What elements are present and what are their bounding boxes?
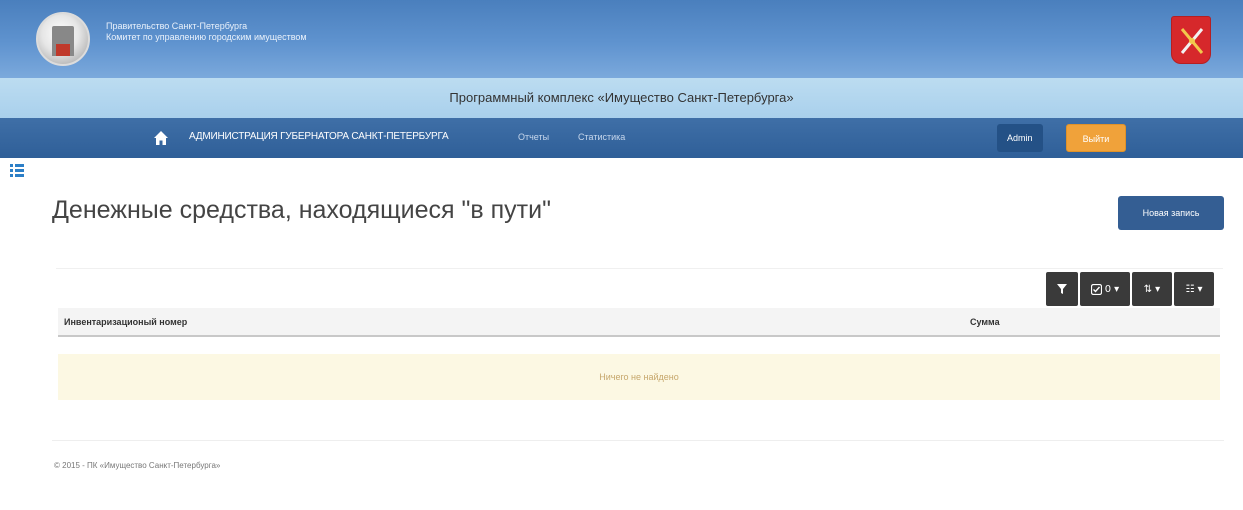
- nav-brand-link[interactable]: АДМИНИСТРАЦИЯ ГУБЕРНАТОРА САНКТ-ПЕТЕРБУР…: [189, 131, 449, 142]
- sidebar-toggle-list-icon[interactable]: [10, 164, 24, 178]
- organization-line-2: Комитет по управлению городским имуществ…: [106, 32, 307, 42]
- coat-of-arms-icon: [1171, 16, 1211, 64]
- divider: [56, 268, 1223, 269]
- organization-line-1: Правительство Санкт-Петербурга: [106, 21, 248, 31]
- home-icon[interactable]: [153, 130, 169, 146]
- nav-link-statistics[interactable]: Статистика: [578, 132, 625, 142]
- columns-button[interactable]: ☷ ▾: [1174, 272, 1214, 306]
- main-navbar: АДМИНИСТРАЦИЯ ГУБЕРНАТОРА САНКТ-ПЕТЕРБУР…: [0, 118, 1243, 158]
- logout-button[interactable]: Выйти: [1066, 124, 1126, 152]
- table-header: Инвентаризационый номер Сумма: [58, 308, 1220, 337]
- divider: [52, 440, 1224, 441]
- app-title: Программный комплекс «Имущество Санкт-Пе…: [449, 90, 794, 105]
- columns-icon: ☷: [1185, 283, 1195, 295]
- chevron-down-icon: ▾: [1155, 283, 1161, 295]
- chevron-down-icon: ▾: [1114, 283, 1120, 295]
- page-title: Денежные средства, находящиеся "в пути": [52, 196, 551, 224]
- check-icon: [1090, 283, 1102, 295]
- column-header-sum[interactable]: Сумма: [970, 317, 1000, 327]
- organization-name: Правительство Санкт-Петербурга Комитет п…: [106, 21, 307, 43]
- table-toolbar: 0 ▾ ⇅ ▾ ☷ ▾: [1046, 272, 1214, 306]
- filter-button[interactable]: [1046, 272, 1078, 306]
- emblem-logo-icon: [36, 12, 90, 66]
- page: Правительство Санкт-Петербурга Комитет п…: [0, 0, 1243, 510]
- user-menu[interactable]: Admin: [997, 124, 1043, 152]
- column-header-inventory-number[interactable]: Инвентаризационый номер: [64, 317, 187, 327]
- empty-table-message: Ничего не найдено: [58, 354, 1220, 400]
- chevron-down-icon: ▾: [1197, 283, 1203, 295]
- filter-icon: [1057, 284, 1067, 294]
- new-record-button[interactable]: Новая запись: [1118, 196, 1224, 230]
- footer-text: © 2015 - ПК «Имущество Санкт-Петербурга»: [54, 461, 221, 470]
- sort-icon: ⇅: [1143, 283, 1153, 295]
- selected-count: 0: [1104, 283, 1112, 295]
- sort-button[interactable]: ⇅ ▾: [1132, 272, 1172, 306]
- selected-count-button[interactable]: 0 ▾: [1080, 272, 1130, 306]
- nav-link-reports[interactable]: Отчеты: [518, 132, 549, 142]
- government-header: Правительство Санкт-Петербурга Комитет п…: [0, 0, 1243, 78]
- app-title-bar: Программный комплекс «Имущество Санкт-Пе…: [0, 78, 1243, 118]
